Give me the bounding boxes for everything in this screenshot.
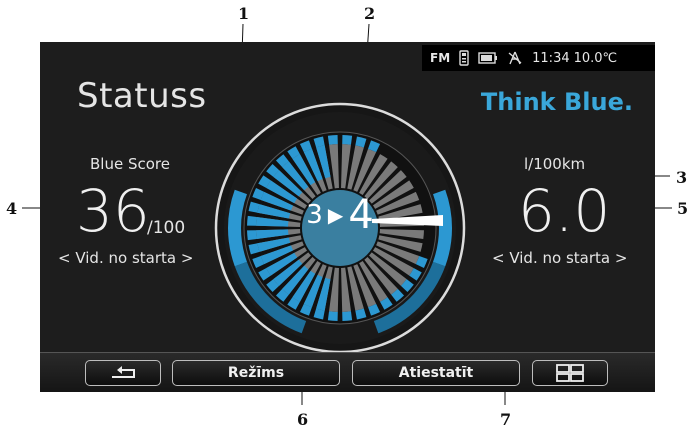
status-bar: FM 11:34 10.0℃ (422, 45, 655, 71)
gear-recommendation: 3 ▶ 4 (290, 192, 390, 238)
radio-band: FM (430, 51, 451, 65)
right-period-selector[interactable]: < Vid. no starta > (492, 249, 627, 267)
bottom-toolbar: Režīms Atiestatīt (40, 352, 655, 392)
callout-2: 2 (364, 4, 376, 23)
outside-temperature: 10.0℃ (573, 50, 618, 66)
mode-button[interactable]: Režīms (172, 360, 340, 386)
phone-icon (459, 50, 469, 66)
consumption-unit-label: l/100km (524, 155, 586, 173)
current-gear: 3 (306, 200, 323, 230)
think-blue-logo: Think Blue. (480, 88, 633, 116)
recommended-gear: 4 (348, 192, 374, 238)
gauge-segment-outer (247, 230, 257, 241)
consumption-value: 6.0 (518, 177, 611, 245)
gauge-segment-outer (247, 215, 257, 226)
callout-4: 4 (6, 199, 18, 218)
blue-score-max: /100 (147, 218, 186, 238)
gauge-segment-outer (342, 311, 353, 321)
battery-icon (478, 52, 498, 64)
callout-1: 1 (238, 4, 250, 23)
menu-button[interactable] (532, 360, 608, 386)
back-button[interactable] (85, 360, 161, 386)
page-title: Statuss (77, 76, 207, 116)
reset-button[interactable]: Atiestatīt (352, 360, 520, 386)
blue-score-value: 36 (76, 177, 150, 245)
callout-5: 5 (677, 199, 689, 218)
no-signal-icon (508, 51, 522, 65)
blue-score-label: Blue Score (90, 155, 170, 173)
gauge-segment-outer (327, 311, 338, 321)
gauge-segment-outer (327, 135, 338, 145)
clock: 11:34 (532, 50, 570, 66)
left-period-selector[interactable]: < Vid. no starta > (58, 249, 193, 267)
grid-menu-icon (556, 364, 584, 382)
callout-6: 6 (297, 410, 309, 429)
gear-shift-arrow-icon: ▶ (327, 203, 344, 227)
back-arrow-icon (112, 366, 135, 378)
callout-3: 3 (676, 168, 688, 187)
callout-7: 7 (500, 410, 512, 429)
infotainment-screen: FM 11:34 10.0℃ Statuss Think Blue. Blue … (40, 42, 655, 392)
gauge-segment-outer (342, 135, 353, 145)
